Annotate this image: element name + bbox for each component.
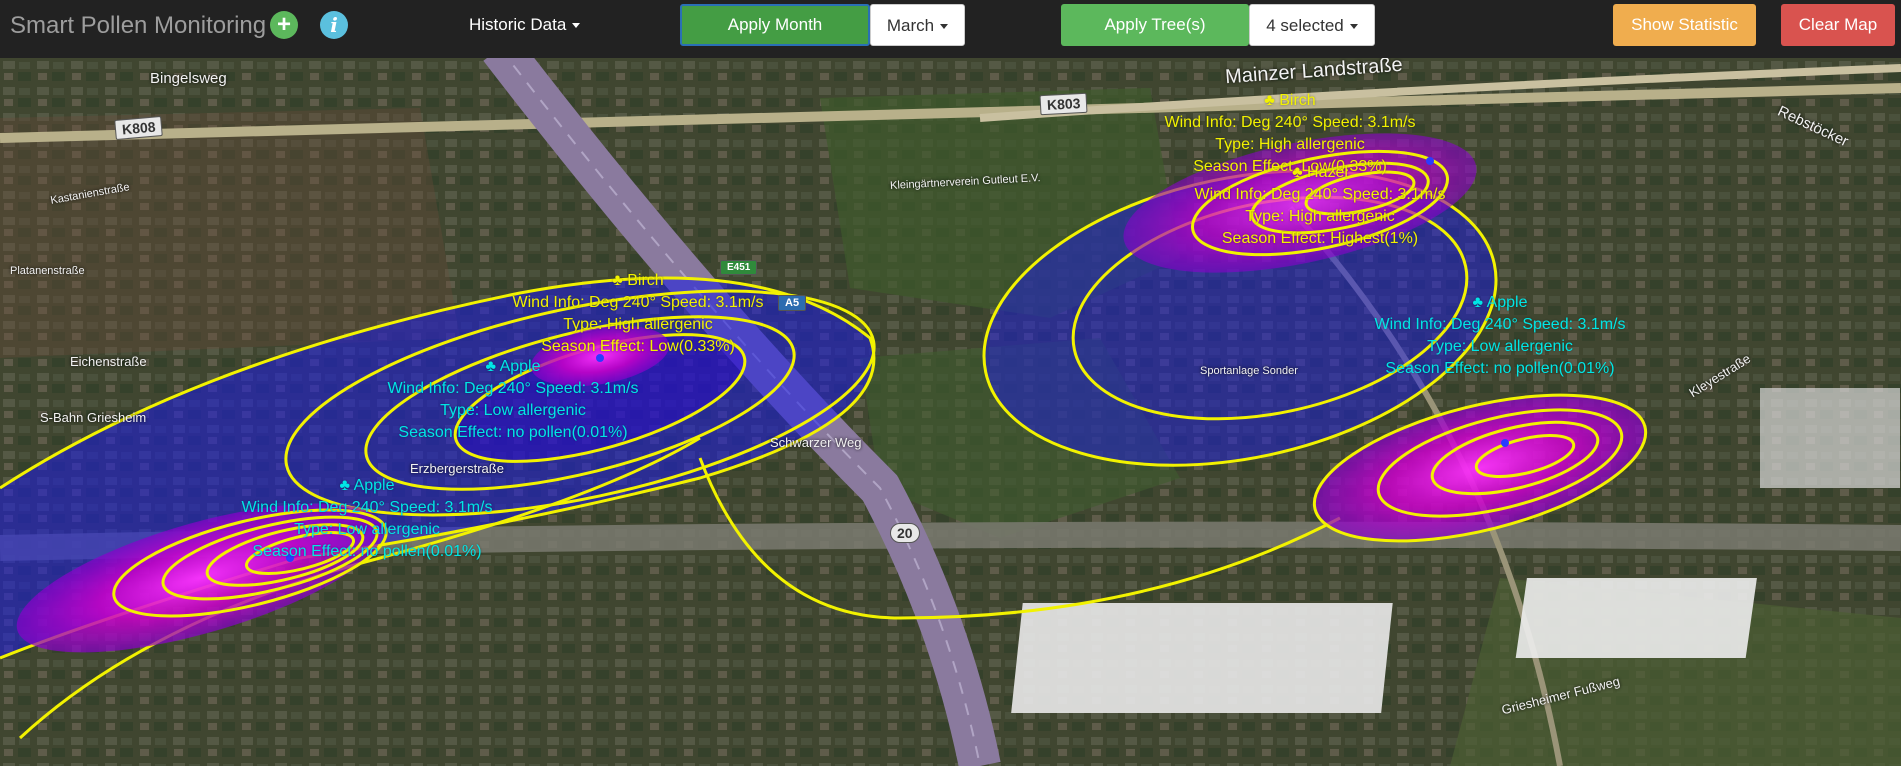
add-icon[interactable]: + [270,11,298,39]
street-label: Erzbergerstraße [410,461,504,476]
pollen-info-apple[interactable]: ♣ Apple Wind Info: Deg 240° Speed: 3.1m/… [388,356,639,444]
popup-wind-info: Wind Info: Deg 240° Speed: 3.1m/s [241,499,493,516]
popup-tree-name: ♣ Apple [485,358,541,375]
popup-wind-info: Wind Info: Deg 240° Speed: 3.1m/s [1164,114,1416,131]
historic-data-dropdown[interactable]: Historic Data [469,15,581,35]
month-select[interactable]: March [870,4,965,46]
road-sign-20: 20 [890,523,920,543]
industrial-building [1760,388,1900,488]
popup-season-effect: Season Effect: no pollen(0.01%) [398,424,628,441]
warehouse-building [1011,603,1393,713]
satellite-map[interactable]: Bingelsweg Mainzer Landstraße Rebstöcker… [0,58,1901,766]
caret-down-icon [940,24,949,30]
popup-wind-info: Wind Info: Deg 240° Speed: 3.1m/s [1374,316,1626,333]
top-navbar: Smart Pollen Monitoring + i Historic Dat… [0,0,1901,58]
tree-marker[interactable] [1501,439,1509,447]
popup-season-effect: Season Effect: no pollen(0.01%) [1385,360,1615,377]
caret-down-icon [572,23,581,29]
popup-tree-name: ♣ Birch [612,272,664,289]
trees-select-value: 4 selected [1266,16,1344,35]
popup-tree-name: ♣ Apple [1472,294,1528,311]
map-canvas [0,58,1901,766]
apply-trees-button[interactable]: Apply Tree(s) [1061,4,1249,46]
app-title[interactable]: Smart Pollen Monitoring [10,12,266,40]
clear-map-button[interactable]: Clear Map [1781,4,1895,46]
apply-month-button[interactable]: Apply Month [680,4,870,46]
pollen-info-apple[interactable]: ♣ Apple Wind Info: Deg 240° Speed: 3.1m/… [1375,292,1626,380]
popup-type: Type: High allergenic [1245,208,1395,225]
residential-area [0,108,460,358]
month-select-value: March [886,16,935,35]
popup-season-effect: Season Effect: Low(0.33%) [541,338,735,355]
street-label: Platanenstraße [10,265,85,277]
show-statistic-button[interactable]: Show Statistic [1613,4,1756,46]
street-label: Sportanlage Sonder [1200,365,1298,377]
popup-type: Type: High allergenic [1215,136,1365,153]
road-sign-a5: A5 [778,295,807,311]
popup-season-effect: Season Effect: no pollen(0.01%) [252,543,482,560]
popup-wind-info: Wind Info: Deg 240° Speed: 3.1m/s [1194,186,1446,203]
street-label: Bingelsweg [150,70,227,87]
pollen-info-apple[interactable]: ♣ Apple Wind Info: Deg 240° Speed: 3.1m/… [242,475,493,563]
road-sign-k808: K808 [114,115,164,141]
popup-type: Type: Low allergenic [440,402,586,419]
street-label: Eichenstraße [70,354,147,369]
street-label: S-Bahn Griesheim [40,410,147,425]
street-label: Schwarzer Weg [770,435,862,450]
historic-data-label: Historic Data [469,15,567,34]
popup-season-effect: Season Effect: Highest(1%) [1221,230,1419,247]
info-icon[interactable]: i [320,11,348,39]
trees-select[interactable]: 4 selected [1249,4,1375,46]
warehouse-building [1515,578,1757,658]
popup-tree-name: ♣ Birch [1264,92,1316,109]
popup-type: Type: Low allergenic [1427,338,1573,355]
popup-type: Type: High allergenic [563,316,713,333]
road-sign-k803: K803 [1039,92,1088,116]
popup-tree-name: ♣ Apple [339,477,395,494]
popup-wind-info: Wind Info: Deg 240° Speed: 3.1m/s [387,380,639,397]
popup-tree-name: ♣ Hazel [1292,164,1348,181]
pollen-info-hazel[interactable]: ♣ Hazel Wind Info: Deg 240° Speed: 3.1m/… [1195,162,1446,250]
pollen-info-birch[interactable]: ♣ Birch Wind Info: Deg 240° Speed: 3.1m/… [513,270,764,358]
popup-wind-info: Wind Info: Deg 240° Speed: 3.1m/s [512,294,764,311]
caret-down-icon [1349,24,1358,30]
popup-type: Type: Low allergenic [294,521,440,538]
